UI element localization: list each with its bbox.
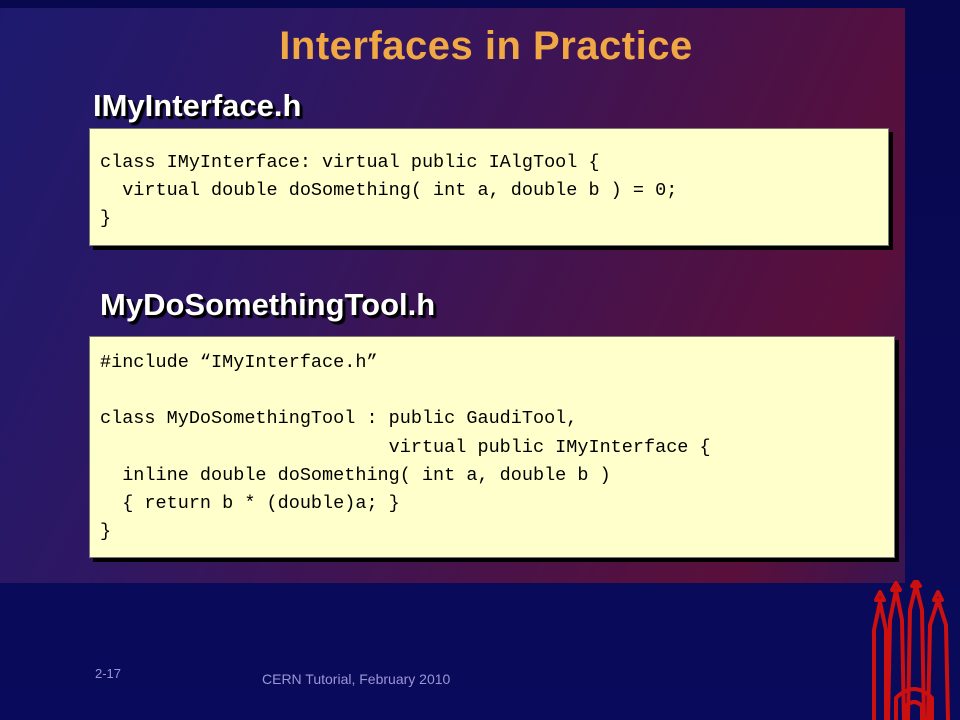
code-block-tool: #include “IMyInterface.h” class MyDoSome… [100,352,711,543]
section-heading-interface: IMyInterface.h [93,88,302,123]
section-heading-tool: MyDoSomethingTool.h [100,287,436,322]
cathedral-spires-icon [872,580,950,720]
code-box-interface: class IMyInterface: virtual public IAlgT… [89,128,889,246]
footer-caption: CERN Tutorial, February 2010 [262,671,451,687]
slide-number: 2-17 [95,666,122,681]
code-box-tool: #include “IMyInterface.h” class MyDoSome… [89,336,895,558]
code-block-interface: class IMyInterface: virtual public IAlgT… [100,152,678,230]
slide-title: Interfaces in Practice [279,24,693,68]
